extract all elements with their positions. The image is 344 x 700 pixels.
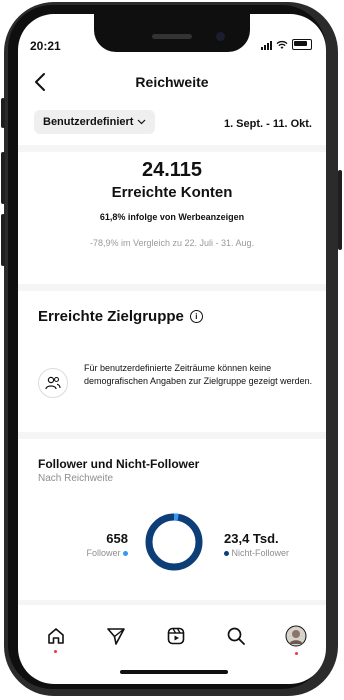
header: Reichweite bbox=[18, 72, 326, 102]
followers-stat: 658 Follower bbox=[86, 531, 128, 558]
filter-row: Benutzerdefiniert 1. Sept. - 11. Okt. bbox=[18, 106, 326, 150]
volume-up-button bbox=[1, 152, 5, 204]
non-followers-dot bbox=[224, 551, 229, 557]
non-followers-label-row: Nicht-Follower bbox=[224, 548, 289, 558]
followers-value: 658 bbox=[106, 531, 128, 546]
front-camera bbox=[216, 32, 225, 41]
section-divider bbox=[18, 432, 326, 439]
power-button bbox=[338, 170, 342, 250]
battery-icon bbox=[292, 39, 312, 50]
audience-notice: Für benutzerdefinierte Zeiträume können … bbox=[38, 362, 312, 412]
non-followers-stat: 23,4 Tsd. Nicht-Follower bbox=[224, 531, 289, 558]
chevron-down-icon bbox=[138, 119, 146, 125]
home-notification-dot bbox=[54, 650, 57, 653]
info-icon[interactable]: i bbox=[189, 310, 203, 323]
profile-avatar-icon bbox=[285, 625, 307, 647]
non-followers-label: Nicht-Follower bbox=[231, 548, 290, 558]
followers-subtitle: Nach Reichweite bbox=[38, 473, 114, 484]
non-followers-value: 23,4 Tsd. bbox=[224, 531, 279, 546]
section-divider bbox=[18, 284, 326, 291]
home-indicator bbox=[120, 670, 228, 674]
tab-profile[interactable] bbox=[284, 624, 308, 655]
bottom-tab-bar bbox=[18, 614, 326, 656]
reach-number: 24.115 bbox=[141, 159, 203, 181]
home-icon bbox=[48, 628, 64, 644]
dropdown-label: Benutzerdefiniert bbox=[43, 116, 134, 128]
volume-down-button bbox=[1, 214, 5, 266]
signal-icon bbox=[261, 40, 272, 50]
people-icon bbox=[38, 368, 68, 398]
status-icons bbox=[261, 39, 312, 50]
followers-label-row: Follower bbox=[86, 548, 128, 558]
tab-reels[interactable] bbox=[164, 624, 188, 648]
speaker bbox=[152, 34, 192, 39]
page-title: Reichweite bbox=[135, 74, 209, 90]
section-divider bbox=[18, 145, 326, 152]
followers-donut-chart bbox=[145, 513, 203, 571]
date-filter-dropdown[interactable]: Benutzerdefiniert bbox=[34, 110, 156, 134]
wifi-icon bbox=[276, 40, 288, 49]
section-divider bbox=[18, 600, 326, 605]
donut-non-followers-arc bbox=[145, 513, 203, 571]
audience-title: Erreichte Zielgruppe i bbox=[38, 308, 203, 325]
reach-label: Erreichte Konten bbox=[111, 184, 233, 201]
status-time: 20:21 bbox=[30, 39, 61, 53]
audience-notice-text: Für benutzerdefinierte Zeiträume können … bbox=[84, 363, 313, 386]
date-range: 1. Sept. - 11. Okt. bbox=[223, 118, 312, 130]
followers-title: Follower und Nicht-Follower bbox=[38, 457, 200, 471]
followers-dot bbox=[123, 551, 128, 557]
notch bbox=[94, 14, 250, 52]
tab-home[interactable] bbox=[44, 624, 68, 653]
send-icon bbox=[107, 628, 125, 645]
reach-ads-share: 61,8% infolge von Werbeanzeigen bbox=[99, 212, 245, 222]
reels-icon bbox=[167, 627, 185, 645]
tab-messages[interactable] bbox=[104, 624, 128, 648]
mute-switch bbox=[1, 98, 5, 128]
search-icon bbox=[227, 627, 245, 645]
followers-label: Follower bbox=[86, 548, 121, 558]
profile-notification-dot bbox=[295, 652, 298, 655]
screen: 20:21 Reichweite Benutzerdefiniert 1. Se… bbox=[18, 14, 326, 684]
audience-title-text: Erreichte Zielgruppe bbox=[38, 308, 184, 325]
reach-comparison: -78,9% im Vergleich zu 22. Juli - 31. Au… bbox=[89, 238, 255, 248]
tab-search[interactable] bbox=[224, 624, 248, 648]
